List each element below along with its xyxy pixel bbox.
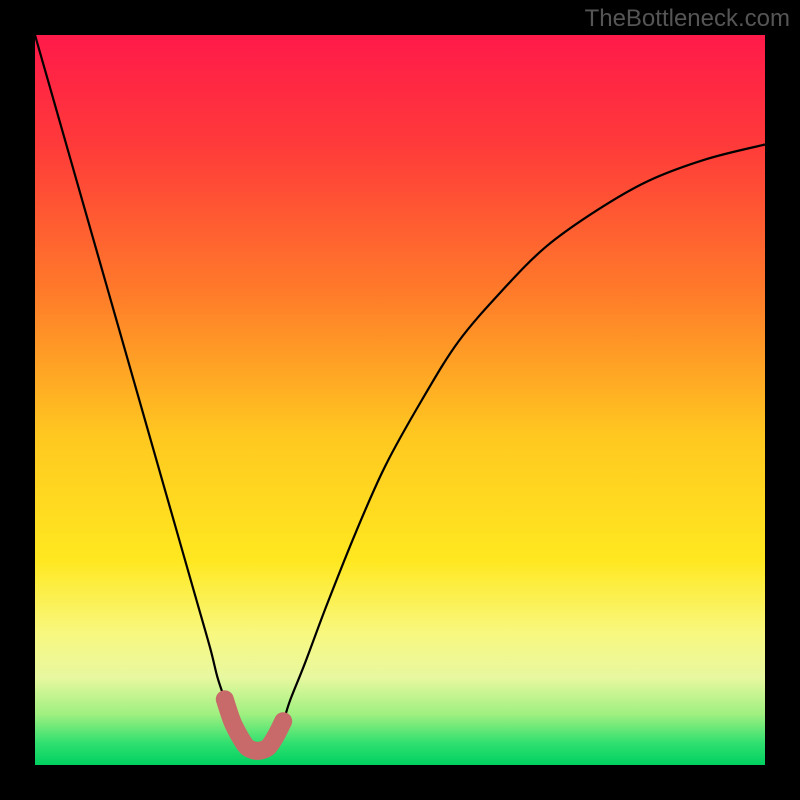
chart-container: TheBottleneck.com	[0, 0, 800, 800]
bottleneck-chart	[0, 0, 800, 800]
plot-background	[35, 35, 765, 765]
watermark-text: TheBottleneck.com	[585, 5, 790, 33]
